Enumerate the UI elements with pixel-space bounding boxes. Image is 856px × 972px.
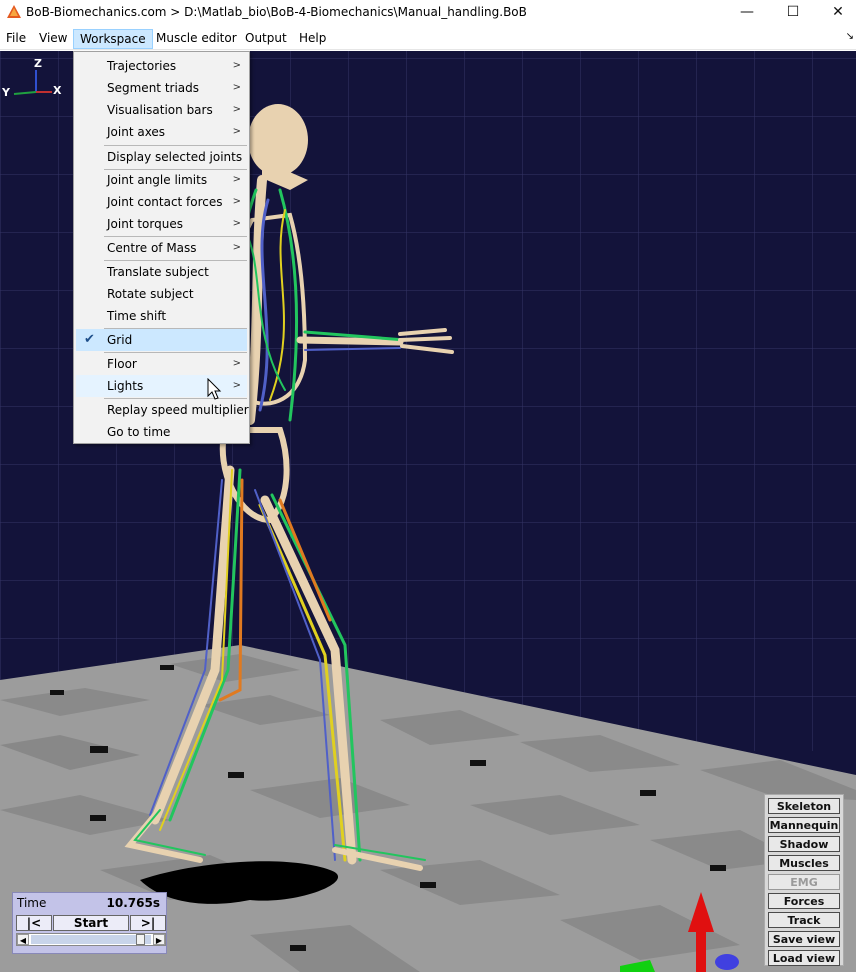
close-icon: ✕ — [832, 4, 844, 20]
menu-item-rotate-subject[interactable]: Rotate subject — [76, 283, 247, 305]
step-back-button[interactable]: |< — [16, 915, 52, 931]
menu-item-trajectories[interactable]: Trajectories > — [76, 55, 247, 77]
view-buttons-panel: Skeleton Mannequin Shadow Muscles EMG Fo… — [764, 794, 844, 966]
skeleton-button[interactable]: Skeleton — [768, 798, 840, 814]
submenu-arrow-icon: > — [232, 126, 241, 137]
slider-right-arrow-icon[interactable]: ▶ — [153, 934, 165, 945]
menu-item-joint-contact-forces[interactable]: Joint contact forces > — [76, 191, 247, 213]
submenu-arrow-icon: > — [232, 104, 241, 115]
menu-item-joint-torques[interactable]: Joint torques > — [76, 213, 247, 235]
time-label: Time — [17, 896, 47, 910]
menu-item-joint-axes[interactable]: Joint axes > — [76, 121, 247, 143]
forces-button[interactable]: Forces — [768, 893, 840, 909]
submenu-arrow-icon: > — [232, 358, 241, 369]
submenu-arrow-icon: > — [232, 380, 241, 391]
time-panel: Time 10.765s |< Start >| ◀ ▶ — [12, 892, 167, 954]
menu-muscle-editor[interactable]: Muscle editor — [150, 29, 243, 49]
window-title: BoB-Biomechanics.com > D:\Matlab_bio\BoB… — [26, 5, 527, 19]
shadow-button[interactable]: Shadow — [768, 836, 840, 852]
menu-workspace[interactable]: Workspace — [73, 29, 153, 49]
maximize-icon: ☐ — [786, 4, 800, 20]
menu-item-visualisation-bars[interactable]: Visualisation bars > — [76, 99, 247, 121]
close-button[interactable]: ✕ — [815, 0, 856, 24]
menu-item-grid[interactable]: ✔ Grid — [76, 329, 247, 351]
matlab-icon — [7, 5, 21, 18]
menu-file[interactable]: File — [0, 29, 32, 49]
checkmark-icon: ✔ — [84, 332, 95, 347]
menu-item-segment-triads[interactable]: Segment triads > — [76, 77, 247, 99]
menu-item-display-selected-joints[interactable]: Display selected joints — [76, 146, 247, 168]
menu-item-joint-angle-limits[interactable]: Joint angle limits > — [76, 169, 247, 191]
menu-view[interactable]: View — [33, 29, 73, 49]
menu-item-replay-speed-multiplier[interactable]: Replay speed multiplier — [76, 399, 249, 421]
menu-bar: File View Workspace Muscle editor Output… — [0, 27, 856, 50]
emg-button[interactable]: EMG — [768, 874, 840, 890]
menu-item-centre-of-mass[interactable]: Centre of Mass > — [76, 237, 247, 259]
submenu-arrow-icon: > — [232, 82, 241, 93]
minimize-icon: — — [740, 4, 754, 20]
submenu-arrow-icon: > — [232, 242, 241, 253]
slider-track[interactable] — [31, 935, 151, 944]
mouse-cursor-icon — [207, 378, 222, 400]
menu-item-translate-subject[interactable]: Translate subject — [76, 261, 247, 283]
load-view-button[interactable]: Load view — [768, 950, 840, 966]
menu-item-time-shift[interactable]: Time shift — [76, 305, 247, 327]
axis-z-label: Z — [34, 57, 42, 70]
submenu-arrow-icon: > — [232, 60, 241, 71]
start-button[interactable]: Start — [53, 915, 129, 931]
submenu-arrow-icon: > — [232, 218, 241, 229]
menu-item-go-to-time[interactable]: Go to time — [76, 421, 247, 443]
menu-output[interactable]: Output — [239, 29, 293, 49]
submenu-arrow-icon: > — [232, 174, 241, 185]
dock-arrow-icon[interactable]: ↘ — [846, 31, 854, 42]
menu-item-floor[interactable]: Floor > — [76, 353, 247, 375]
minimize-button[interactable]: — — [724, 0, 770, 24]
mannequin-button[interactable]: Mannequin — [768, 817, 840, 833]
maximize-button[interactable]: ☐ — [770, 0, 816, 24]
axis-y-label: Y — [2, 86, 10, 99]
time-slider[interactable]: ◀ ▶ — [16, 933, 166, 946]
muscles-button[interactable]: Muscles — [768, 855, 840, 871]
submenu-arrow-icon: > — [232, 196, 241, 207]
slider-left-arrow-icon[interactable]: ◀ — [17, 934, 29, 945]
menu-help[interactable]: Help — [293, 29, 332, 49]
save-view-button[interactable]: Save view — [768, 931, 840, 947]
slider-thumb[interactable] — [136, 934, 146, 945]
axis-x-label: X — [53, 84, 62, 97]
title-bar: BoB-Biomechanics.com > D:\Matlab_bio\BoB… — [0, 0, 856, 26]
time-value: 10.765s — [106, 896, 160, 910]
workspace-menu: Trajectories > Segment triads > Visualisat… — [73, 51, 250, 444]
track-button[interactable]: Track — [768, 912, 840, 928]
step-forward-button[interactable]: >| — [130, 915, 166, 931]
